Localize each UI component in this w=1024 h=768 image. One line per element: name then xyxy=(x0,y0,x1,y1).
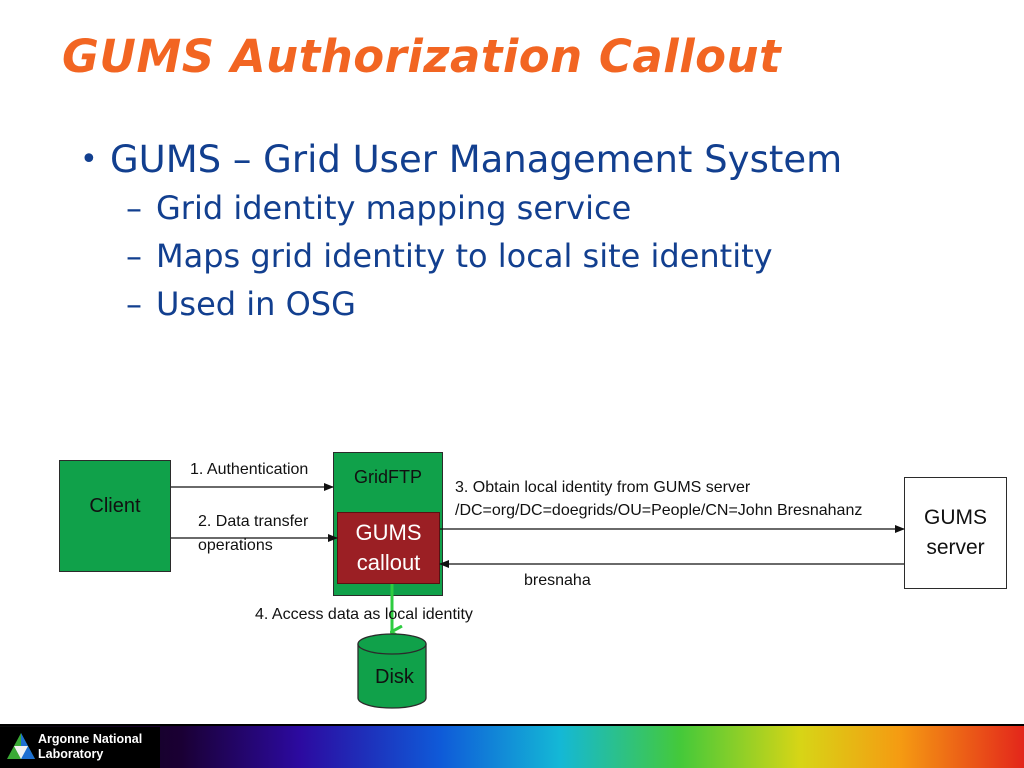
sub-bullet: – Used in OSG xyxy=(80,280,842,328)
obtain-label-line1: 3. Obtain local identity from GUMS serve… xyxy=(455,479,751,496)
transfer-label-line2: operations xyxy=(198,537,273,554)
org-name-line1: Argonne National xyxy=(38,732,143,746)
dash-marker: – xyxy=(126,237,142,275)
transfer-label-line1: 2. Data transfer xyxy=(198,513,309,530)
bullet-main: GUMS – Grid User Management System xyxy=(80,136,842,184)
gums-callout-box: GUMS callout xyxy=(337,512,440,584)
gums-server-box: GUMS server xyxy=(904,477,1007,589)
dash-marker: – xyxy=(126,285,142,323)
response-label: bresnaha xyxy=(524,572,591,589)
argonne-logo-icon xyxy=(7,733,35,759)
gums-callout-label-line2: callout xyxy=(356,550,421,575)
org-name: Argonne National Laboratory xyxy=(38,732,142,762)
obtain-label-line2: /DC=org/DC=doegrids/OU=People/CN=John Br… xyxy=(455,502,863,519)
auth-label: 1. Authentication xyxy=(190,461,309,478)
disk-label: Disk xyxy=(375,666,414,688)
sub-bullet-text: Maps grid identity to local site identit… xyxy=(156,237,773,275)
client-box: Client xyxy=(59,460,171,572)
gums-server-label-line2: server xyxy=(926,536,985,559)
sub-bullet-text: Used in OSG xyxy=(156,285,356,323)
dash-marker: – xyxy=(126,189,142,227)
gums-server-label-line1: GUMS xyxy=(924,506,987,529)
gridftp-label: GridFTP xyxy=(353,467,422,487)
bullet-list: GUMS – Grid User Management System –Grid… xyxy=(80,136,842,328)
diagram-connectors xyxy=(171,483,905,709)
sub-bullet-text: Grid identity mapping service xyxy=(156,189,632,227)
client-label: Client xyxy=(89,494,141,517)
access-label: 4. Access data as local identity xyxy=(255,606,473,623)
org-name-line2: Laboratory xyxy=(38,747,104,761)
sub-bullet: – Maps grid identity to local site identi… xyxy=(80,232,842,280)
slide-title: GUMS Authorization Callout xyxy=(62,30,782,83)
gums-callout-label-line1: GUMS xyxy=(355,520,422,545)
sub-bullet: – Grid identity mapping service xyxy=(80,184,842,232)
